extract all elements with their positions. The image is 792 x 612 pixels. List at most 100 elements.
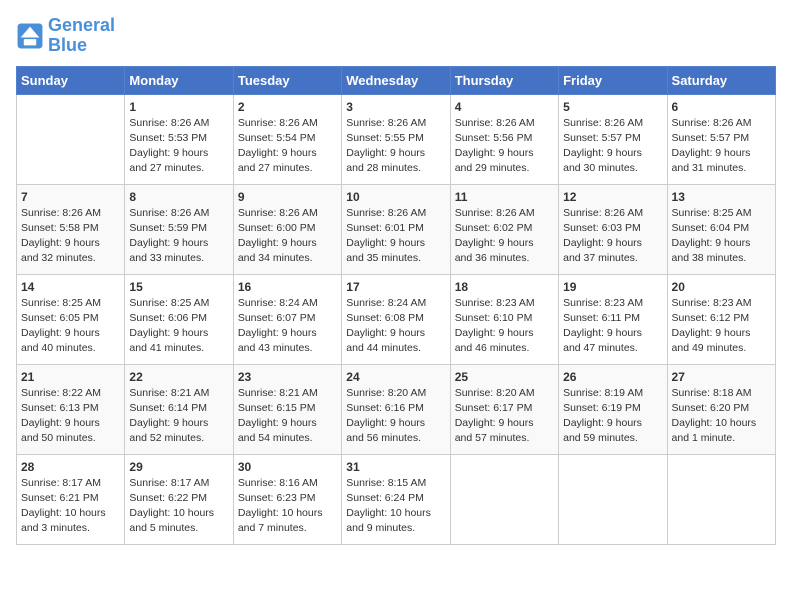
cell-line: Sunrise: 8:26 AM <box>129 206 228 221</box>
cell-line: Sunset: 6:06 PM <box>129 311 228 326</box>
cell-line: Sunset: 5:54 PM <box>238 131 337 146</box>
cell-line: Sunset: 6:23 PM <box>238 491 337 506</box>
weekday-header-monday: Monday <box>125 66 233 94</box>
calendar-header: SundayMondayTuesdayWednesdayThursdayFrid… <box>17 66 776 94</box>
cell-line: Sunset: 6:03 PM <box>563 221 662 236</box>
cell-info: Sunrise: 8:25 AMSunset: 6:05 PMDaylight:… <box>21 296 120 357</box>
day-number: 21 <box>21 370 120 384</box>
cell-line: Daylight: 9 hours <box>238 146 337 161</box>
cell-line: Daylight: 9 hours <box>21 326 120 341</box>
cell-line: Daylight: 9 hours <box>455 236 554 251</box>
cell-line: Sunset: 5:58 PM <box>21 221 120 236</box>
day-number: 20 <box>672 280 771 294</box>
cell-line: Daylight: 9 hours <box>238 326 337 341</box>
cell-line: Sunset: 5:55 PM <box>346 131 445 146</box>
cell-line: and 27 minutes. <box>129 161 228 176</box>
page-header: General Blue <box>16 16 776 56</box>
cell-line: Daylight: 9 hours <box>672 146 771 161</box>
cell-info: Sunrise: 8:24 AMSunset: 6:07 PMDaylight:… <box>238 296 337 357</box>
cell-line: Sunset: 6:05 PM <box>21 311 120 326</box>
cell-info: Sunrise: 8:24 AMSunset: 6:08 PMDaylight:… <box>346 296 445 357</box>
cell-line: Daylight: 10 hours <box>238 506 337 521</box>
cell-line: and 28 minutes. <box>346 161 445 176</box>
weekday-header-tuesday: Tuesday <box>233 66 341 94</box>
cell-line: Daylight: 10 hours <box>21 506 120 521</box>
cell-line: and 37 minutes. <box>563 251 662 266</box>
calendar-cell: 24 Sunrise: 8:20 AMSunset: 6:16 PMDayligh… <box>342 364 450 454</box>
calendar-cell: 3 Sunrise: 8:26 AMSunset: 5:55 PMDaylight… <box>342 94 450 184</box>
cell-line: Sunset: 6:01 PM <box>346 221 445 236</box>
calendar-cell: 22 Sunrise: 8:21 AMSunset: 6:14 PMDayligh… <box>125 364 233 454</box>
day-number: 22 <box>129 370 228 384</box>
day-number: 9 <box>238 190 337 204</box>
cell-line: Daylight: 10 hours <box>346 506 445 521</box>
cell-line: Sunrise: 8:16 AM <box>238 476 337 491</box>
cell-line: and 36 minutes. <box>455 251 554 266</box>
day-number: 5 <box>563 100 662 114</box>
cell-line: Sunrise: 8:25 AM <box>21 296 120 311</box>
day-number: 14 <box>21 280 120 294</box>
cell-info: Sunrise: 8:26 AMSunset: 5:55 PMDaylight:… <box>346 116 445 177</box>
cell-line: Sunrise: 8:21 AM <box>129 386 228 401</box>
cell-line: Daylight: 9 hours <box>346 146 445 161</box>
day-number: 12 <box>563 190 662 204</box>
cell-line: Sunrise: 8:26 AM <box>346 116 445 131</box>
cell-info: Sunrise: 8:26 AMSunset: 5:53 PMDaylight:… <box>129 116 228 177</box>
cell-line: Daylight: 9 hours <box>563 416 662 431</box>
cell-line: Sunset: 5:53 PM <box>129 131 228 146</box>
calendar-cell: 30Sunrise: 8:16 AMSunset: 6:23 PMDayligh… <box>233 454 341 544</box>
day-number: 28 <box>21 460 120 474</box>
cell-line: and 5 minutes. <box>129 521 228 536</box>
calendar-week-1: 1Sunrise: 8:26 AMSunset: 5:53 PMDaylight… <box>17 94 776 184</box>
cell-info: Sunrise: 8:23 AMSunset: 6:12 PMDaylight:… <box>672 296 771 357</box>
calendar-cell: 25Sunrise: 8:20 AMSunset: 6:17 PMDayligh… <box>450 364 558 454</box>
cell-line: Sunrise: 8:26 AM <box>563 206 662 221</box>
weekday-header-wednesday: Wednesday <box>342 66 450 94</box>
cell-line: Sunset: 5:57 PM <box>672 131 771 146</box>
day-number: 13 <box>672 190 771 204</box>
cell-line: Sunrise: 8:17 AM <box>129 476 228 491</box>
calendar-cell: 8Sunrise: 8:26 AMSunset: 5:59 PMDaylight… <box>125 184 233 274</box>
cell-line: and 57 minutes. <box>455 431 554 446</box>
cell-info: Sunrise: 8:26 AMSunset: 5:57 PMDaylight:… <box>672 116 771 177</box>
cell-line: and 38 minutes. <box>672 251 771 266</box>
day-number: 3 <box>346 100 445 114</box>
weekday-header-thursday: Thursday <box>450 66 558 94</box>
calendar-body: 1Sunrise: 8:26 AMSunset: 5:53 PMDaylight… <box>17 94 776 544</box>
cell-line: Sunrise: 8:20 AM <box>346 386 445 401</box>
day-number: 24 <box>346 370 445 384</box>
cell-info: Sunrise: 8:26 AMSunset: 5:56 PMDaylight:… <box>455 116 554 177</box>
cell-line: Daylight: 9 hours <box>21 416 120 431</box>
calendar-week-4: 21Sunrise: 8:22 AMSunset: 6:13 PMDayligh… <box>17 364 776 454</box>
cell-line: Sunrise: 8:25 AM <box>672 206 771 221</box>
weekday-header-friday: Friday <box>559 66 667 94</box>
day-number: 15 <box>129 280 228 294</box>
day-number: 31 <box>346 460 445 474</box>
calendar-cell: 26Sunrise: 8:19 AMSunset: 6:19 PMDayligh… <box>559 364 667 454</box>
calendar-cell <box>450 454 558 544</box>
cell-info: Sunrise: 8:20 AMSunset: 6:16 PMDaylight:… <box>346 386 445 447</box>
calendar-cell: 16Sunrise: 8:24 AMSunset: 6:07 PMDayligh… <box>233 274 341 364</box>
cell-line: Daylight: 9 hours <box>129 146 228 161</box>
cell-line: Sunset: 5:59 PM <box>129 221 228 236</box>
day-number: 29 <box>129 460 228 474</box>
day-number: 7 <box>21 190 120 204</box>
cell-line: Daylight: 9 hours <box>672 236 771 251</box>
cell-line: and 49 minutes. <box>672 341 771 356</box>
cell-info: Sunrise: 8:21 AMSunset: 6:14 PMDaylight:… <box>129 386 228 447</box>
day-number: 25 <box>455 370 554 384</box>
cell-line: Sunrise: 8:24 AM <box>346 296 445 311</box>
cell-line: Sunset: 6:11 PM <box>563 311 662 326</box>
cell-line: Sunrise: 8:17 AM <box>21 476 120 491</box>
cell-info: Sunrise: 8:17 AMSunset: 6:22 PMDaylight:… <box>129 476 228 537</box>
cell-info: Sunrise: 8:18 AMSunset: 6:20 PMDaylight:… <box>672 386 771 447</box>
cell-line: and 32 minutes. <box>21 251 120 266</box>
cell-line: Sunrise: 8:15 AM <box>346 476 445 491</box>
calendar-cell: 31Sunrise: 8:15 AMSunset: 6:24 PMDayligh… <box>342 454 450 544</box>
calendar-cell: 11Sunrise: 8:26 AMSunset: 6:02 PMDayligh… <box>450 184 558 274</box>
cell-line: Daylight: 9 hours <box>129 236 228 251</box>
day-number: 6 <box>672 100 771 114</box>
calendar-week-2: 7 Sunrise: 8:26 AM Sunset: 5:58 PM Daylight… <box>17 184 776 274</box>
cell-line: and 33 minutes. <box>129 251 228 266</box>
cell-line: and 29 minutes. <box>455 161 554 176</box>
